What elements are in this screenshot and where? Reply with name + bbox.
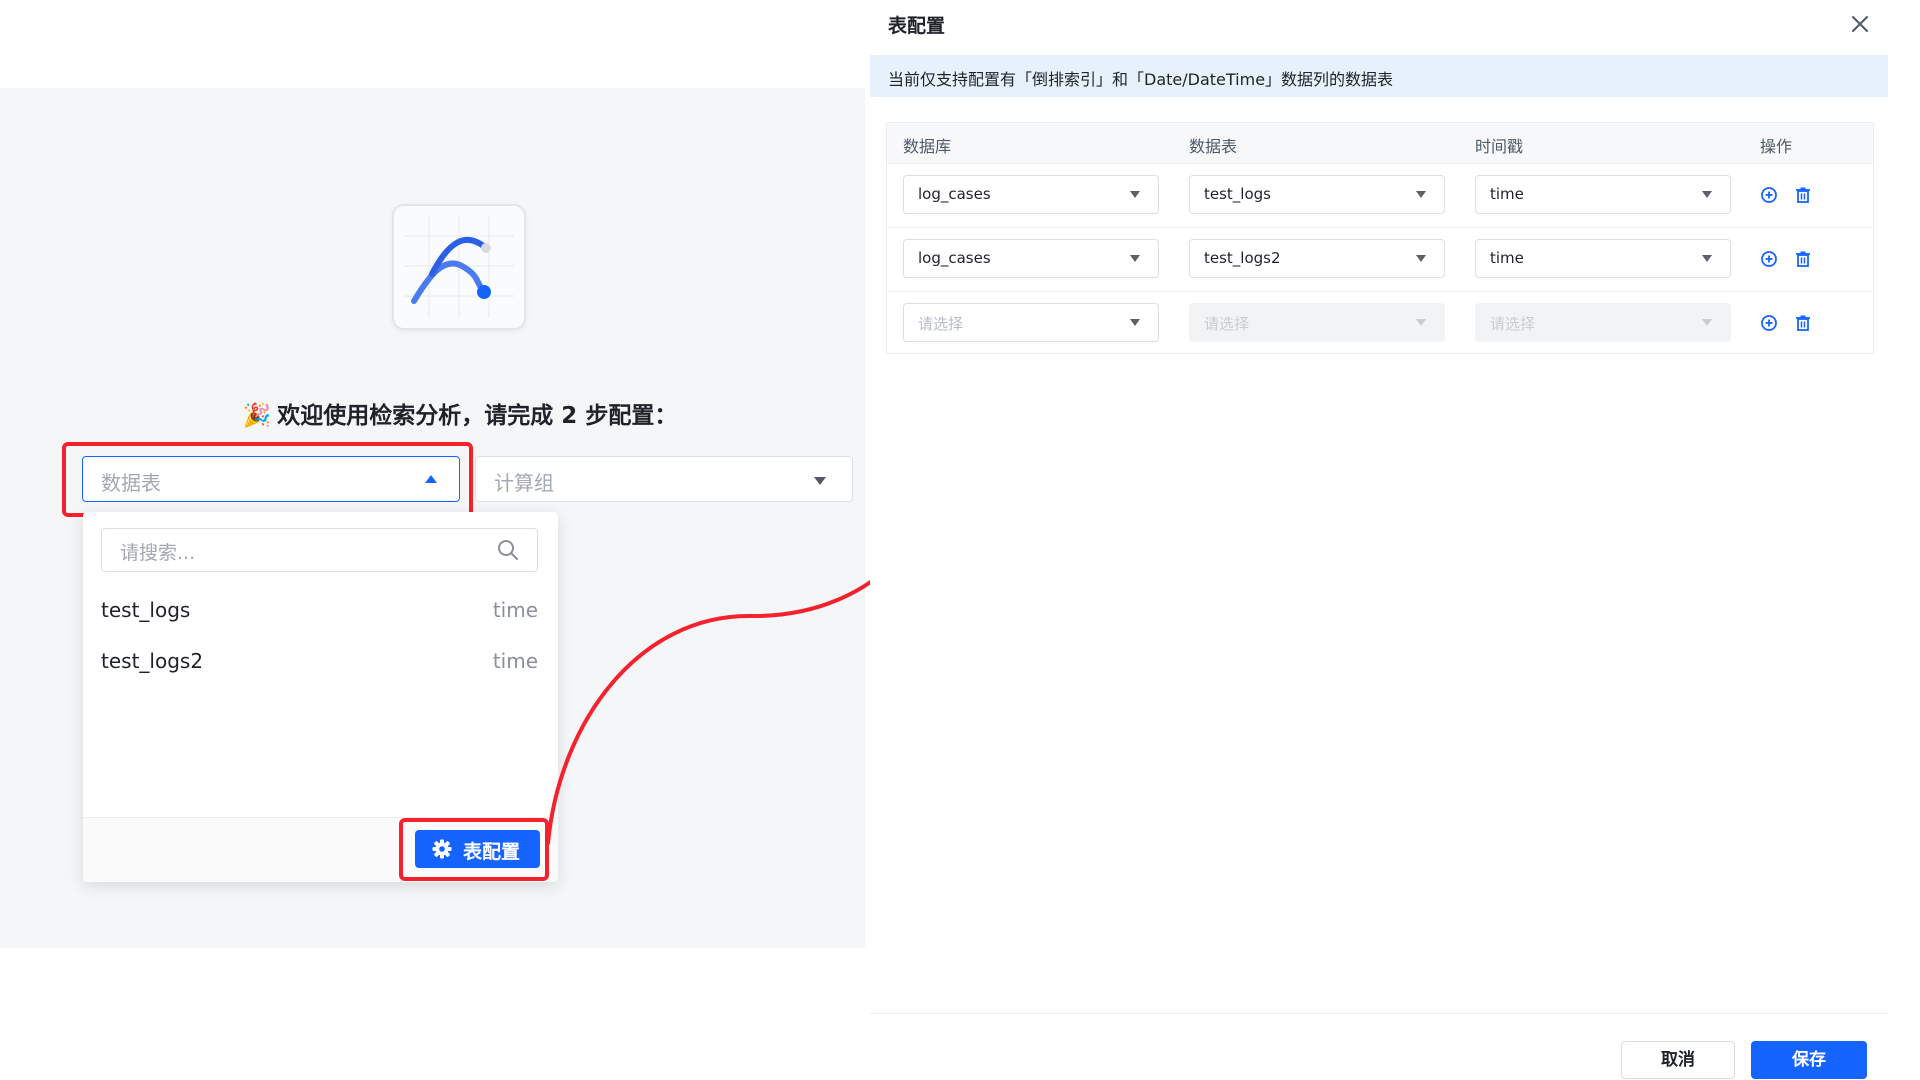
table-value: test_logs2 [1204, 249, 1281, 267]
caret-down-icon [1702, 191, 1712, 198]
timestamp-select[interactable]: time [1475, 239, 1731, 278]
caret-down-icon [1702, 319, 1712, 326]
table-value: test_logs [1204, 185, 1271, 203]
caret-down-icon [1416, 255, 1426, 262]
table-row: log_cases test_logs2 time [887, 228, 1873, 292]
timestamp-placeholder: 请选择 [1490, 315, 1536, 333]
table-placeholder: 请选择 [1204, 315, 1250, 333]
table-header: 数据库 数据表 时间戳 操作 [887, 123, 1873, 164]
add-row-icon[interactable] [1760, 250, 1778, 268]
footer-divider [870, 1013, 1888, 1014]
database-select[interactable]: 请选择 [903, 303, 1159, 342]
config-table: 数据库 数据表 时间戳 操作 log_cases test_logs time [886, 122, 1874, 354]
database-value: log_cases [918, 249, 991, 267]
table-row: log_cases test_logs time [887, 164, 1873, 228]
timestamp-select[interactable]: time [1475, 175, 1731, 214]
column-header-database: 数据库 [903, 137, 952, 156]
close-icon[interactable] [1848, 12, 1872, 36]
table-select-cell[interactable]: test_logs2 [1189, 239, 1445, 278]
database-placeholder: 请选择 [918, 315, 964, 333]
caret-down-icon [1130, 191, 1140, 198]
database-select[interactable]: log_cases [903, 175, 1159, 214]
add-row-icon[interactable] [1760, 186, 1778, 204]
caret-down-icon [1130, 255, 1140, 262]
caret-down-icon [1416, 319, 1426, 326]
column-header-table: 数据表 [1189, 137, 1238, 156]
delete-row-icon[interactable] [1794, 186, 1812, 204]
caret-down-icon [1130, 319, 1140, 326]
column-header-timestamp: 时间戳 [1475, 137, 1524, 156]
table-select-cell[interactable]: test_logs [1189, 175, 1445, 214]
database-value: log_cases [918, 185, 991, 203]
notice-banner: 当前仅支持配置有「倒排索引」和「Date/DateTime」数据列的数据表 [870, 55, 1888, 97]
caret-down-icon [1416, 191, 1426, 198]
save-button[interactable]: 保存 [1751, 1041, 1867, 1079]
timestamp-value: time [1490, 249, 1524, 267]
table-config-dialog: 表配置 当前仅支持配置有「倒排索引」和「Date/DateTime」数据列的数据… [870, 0, 1920, 1080]
timestamp-select: 请选择 [1475, 303, 1731, 342]
timestamp-value: time [1490, 185, 1524, 203]
caret-down-icon [1702, 255, 1712, 262]
delete-row-icon[interactable] [1794, 250, 1812, 268]
table-select-cell: 请选择 [1189, 303, 1445, 342]
database-select[interactable]: log_cases [903, 239, 1159, 278]
column-header-actions: 操作 [1760, 137, 1793, 156]
cancel-button[interactable]: 取消 [1621, 1041, 1735, 1079]
dialog-title: 表配置 [888, 15, 946, 37]
table-row: 请选择 请选择 请选择 [887, 292, 1873, 355]
add-row-icon[interactable] [1760, 314, 1778, 332]
delete-row-icon[interactable] [1794, 314, 1812, 332]
notice-text: 当前仅支持配置有「倒排索引」和「Date/DateTime」数据列的数据表 [888, 70, 1394, 89]
